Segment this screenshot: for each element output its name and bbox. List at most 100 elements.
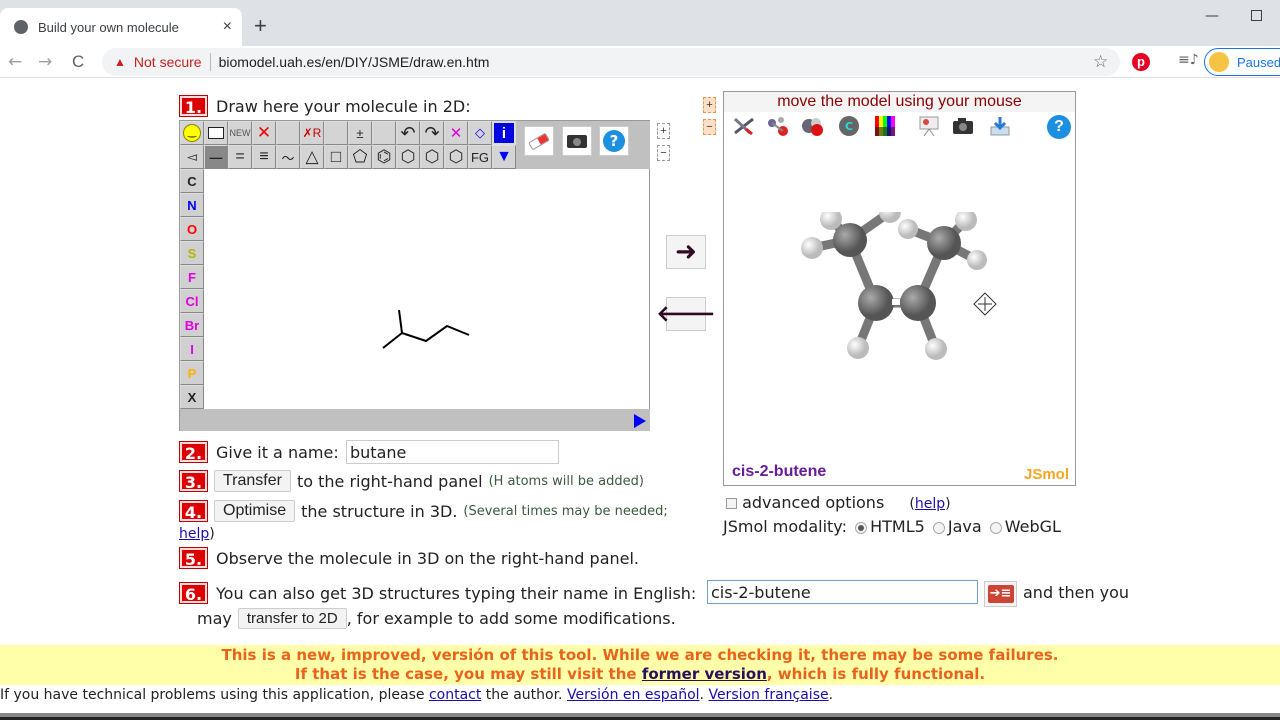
- radio-java[interactable]: [932, 521, 945, 534]
- atom-c-button[interactable]: C: [180, 169, 204, 193]
- radio-html5-label: HTML5: [870, 517, 925, 536]
- ring-3-icon[interactable]: △: [300, 145, 324, 169]
- radio-webgl[interactable]: [989, 521, 1002, 534]
- english-name-input[interactable]: [707, 580, 978, 604]
- radio-html5[interactable]: [855, 521, 868, 534]
- functional-group-button[interactable]: FG: [468, 145, 492, 169]
- molecule-name-input[interactable]: [346, 440, 559, 464]
- jsme-zoom-in-button[interactable]: +: [657, 123, 670, 139]
- help-icon[interactable]: ?: [599, 126, 629, 156]
- camera-icon[interactable]: [562, 126, 592, 156]
- jsmol-zoom-out-button[interactable]: −: [703, 119, 716, 135]
- double-bond-icon[interactable]: =: [228, 145, 252, 169]
- new-tab-button[interactable]: +: [254, 13, 267, 39]
- former-version-link[interactable]: former version: [642, 665, 767, 683]
- address-bar[interactable]: ▲ Not secure biomodel.uah.es/en/DIY/JSME…: [102, 48, 1120, 76]
- wireframe-icon[interactable]: [732, 115, 756, 137]
- eraser-icon[interactable]: [524, 126, 554, 156]
- step-3-text: to the right-hand panel: [296, 471, 483, 491]
- optimise-help-link[interactable]: help: [179, 526, 209, 542]
- molecule-3d-model[interactable]: [784, 212, 1024, 402]
- step-4-help: help): [179, 526, 215, 542]
- atom-i-button[interactable]: I: [180, 337, 204, 361]
- delete-r-group-icon[interactable]: ✗R: [300, 121, 324, 145]
- atom-cl-button[interactable]: Cl: [180, 289, 204, 313]
- spanish-version-link[interactable]: Versión en español: [567, 687, 700, 703]
- url-text[interactable]: biomodel.uah.es/en/DIY/JSME/draw.en.htm: [219, 54, 490, 70]
- ring-7-icon[interactable]: ⬡: [420, 145, 444, 169]
- stereo-bond-icon[interactable]: ◅: [180, 145, 204, 169]
- clear-atom-icon[interactable]: ✕: [444, 121, 468, 145]
- undo-icon[interactable]: ↶: [396, 121, 420, 145]
- maximize-button[interactable]: [1251, 10, 1262, 21]
- profile-button[interactable]: Paused: [1204, 48, 1280, 76]
- security-status[interactable]: Not secure: [134, 54, 202, 70]
- blank-tool[interactable]: [372, 121, 396, 145]
- transfer-left-button[interactable]: 🡐: [657, 297, 716, 331]
- tab-close-icon[interactable]: ×: [223, 18, 232, 36]
- back-button[interactable]: ←: [8, 52, 22, 72]
- single-bond-icon[interactable]: —: [204, 145, 228, 169]
- save-download-icon[interactable]: [988, 115, 1012, 137]
- ring-4-icon[interactable]: □: [324, 145, 348, 169]
- ring-6-icon[interactable]: ⬡: [396, 145, 420, 169]
- new-button[interactable]: NEW: [228, 121, 252, 145]
- hydrogen-atom: [925, 338, 947, 360]
- color-scheme-icon[interactable]: [873, 115, 897, 137]
- pinterest-extension-icon[interactable]: p: [1132, 53, 1150, 71]
- advanced-options-checkbox[interactable]: [726, 498, 737, 509]
- forward-button[interactable]: →: [38, 52, 52, 72]
- charge-icon[interactable]: ±: [348, 121, 372, 145]
- spacefill-icon[interactable]: [801, 115, 825, 137]
- bookmark-star-icon[interactable]: ☆: [1093, 52, 1108, 72]
- ring-5-icon[interactable]: ⬠: [348, 145, 372, 169]
- drawing-canvas[interactable]: [204, 169, 650, 409]
- page-content: 1. Draw here your molecule in 2D: ‿ NEW …: [0, 79, 1280, 720]
- atom-s-button[interactable]: S: [180, 241, 204, 265]
- contact-link[interactable]: contact: [429, 687, 481, 703]
- chain-icon[interactable]: 〜: [276, 145, 300, 169]
- triple-bond-icon[interactable]: ≡: [252, 145, 276, 169]
- atom-x-button[interactable]: X: [180, 385, 204, 409]
- transfer-right-button[interactable]: ➜: [666, 235, 706, 269]
- delete-icon[interactable]: ✕: [252, 121, 276, 145]
- flip-icon[interactable]: ▼: [492, 145, 516, 169]
- french-version-link[interactable]: Version française: [708, 687, 828, 703]
- optimise-button[interactable]: Optimise: [214, 500, 296, 522]
- reload-button[interactable]: C: [72, 52, 84, 72]
- jsmol-camera-icon[interactable]: [951, 115, 975, 137]
- atom-br-button[interactable]: Br: [180, 313, 204, 337]
- media-control-icon[interactable]: ≡♪: [1178, 52, 1199, 68]
- blank-tool[interactable]: [324, 121, 348, 145]
- benzene-icon[interactable]: ⌬: [372, 145, 396, 169]
- presentation-icon[interactable]: [917, 115, 941, 137]
- info-icon[interactable]: i: [492, 121, 516, 145]
- atom-p-button[interactable]: P: [180, 361, 204, 385]
- play-icon[interactable]: [634, 414, 646, 428]
- notice-banner: This is a new, improved, versión of this…: [0, 645, 1280, 685]
- banner-line-2: If that is the case, you may still visit…: [0, 665, 1280, 684]
- molecule-bond: [401, 324, 470, 343]
- carbon-label-icon[interactable]: C: [837, 115, 861, 137]
- redo-icon[interactable]: ↷: [420, 121, 444, 145]
- import-arrow-icon: ➔≡: [987, 585, 1014, 603]
- smiley-icon[interactable]: ‿: [180, 121, 204, 145]
- transfer-button[interactable]: Transfer: [214, 470, 291, 492]
- atom-o-button[interactable]: O: [180, 217, 204, 241]
- jsmol-viewer[interactable]: move the model using your mouse C ? cis-…: [723, 91, 1076, 486]
- lookup-name-button[interactable]: ➔≡: [984, 581, 1017, 607]
- ball-stick-icon[interactable]: [766, 115, 790, 137]
- rectangle-select-icon[interactable]: [204, 121, 228, 145]
- browser-tab[interactable]: Build your own molecule ×: [0, 8, 242, 46]
- jsmol-help-icon[interactable]: ?: [1047, 115, 1071, 139]
- move-icon[interactable]: ◇: [468, 121, 492, 145]
- atom-f-button[interactable]: F: [180, 265, 204, 289]
- jsmol-zoom-in-button[interactable]: +: [703, 97, 716, 113]
- transfer-to-2d-button[interactable]: transfer to 2D: [237, 608, 347, 629]
- jsme-zoom-out-button[interactable]: −: [657, 145, 670, 161]
- advanced-help-link[interactable]: help: [915, 496, 945, 512]
- minimize-button[interactable]: —: [1205, 8, 1219, 24]
- atom-n-button[interactable]: N: [180, 193, 204, 217]
- blank-tool[interactable]: [276, 121, 300, 145]
- ring-8-icon[interactable]: ⬡: [444, 145, 468, 169]
